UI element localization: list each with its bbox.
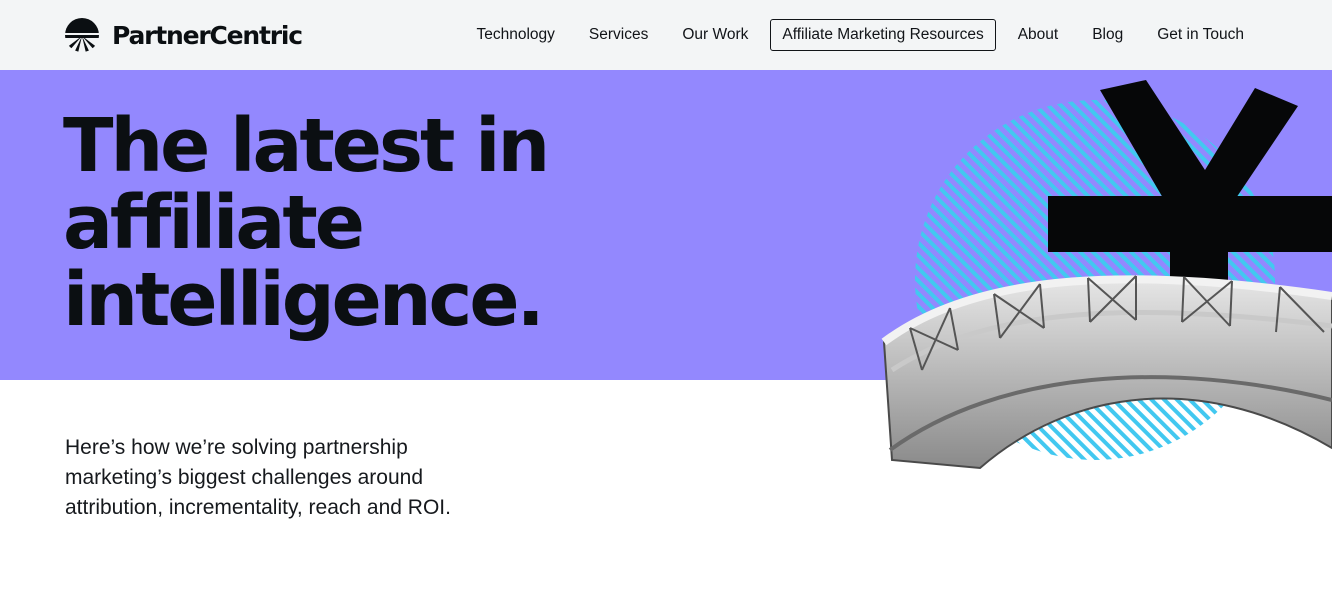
nav-about[interactable]: About [1006,19,1071,51]
brand-name: PartnerCentric [112,20,303,50]
nav-our-work[interactable]: Our Work [670,19,760,51]
yen-symbol-bridge-illustration [881,80,1332,470]
site-header: PartnerCentric Technology Services Our W… [0,0,1332,70]
hero-illustration [870,70,1332,480]
brand-logo[interactable]: PartnerCentric [64,16,303,54]
hero-subtitle: Here’s how we’re solving partnership mar… [65,436,451,519]
nav-blog[interactable]: Blog [1080,19,1135,51]
nav-get-in-touch[interactable]: Get in Touch [1145,19,1256,51]
main-nav: Technology Services Our Work Affiliate M… [465,19,1257,51]
partnercentric-sun-logo-icon [65,18,99,52]
hero-title: The latest in affiliate intelligence. [63,103,550,343]
nav-affiliate-marketing-resources[interactable]: Affiliate Marketing Resources [770,19,996,51]
nav-services[interactable]: Services [577,19,660,51]
nav-technology[interactable]: Technology [465,19,567,51]
